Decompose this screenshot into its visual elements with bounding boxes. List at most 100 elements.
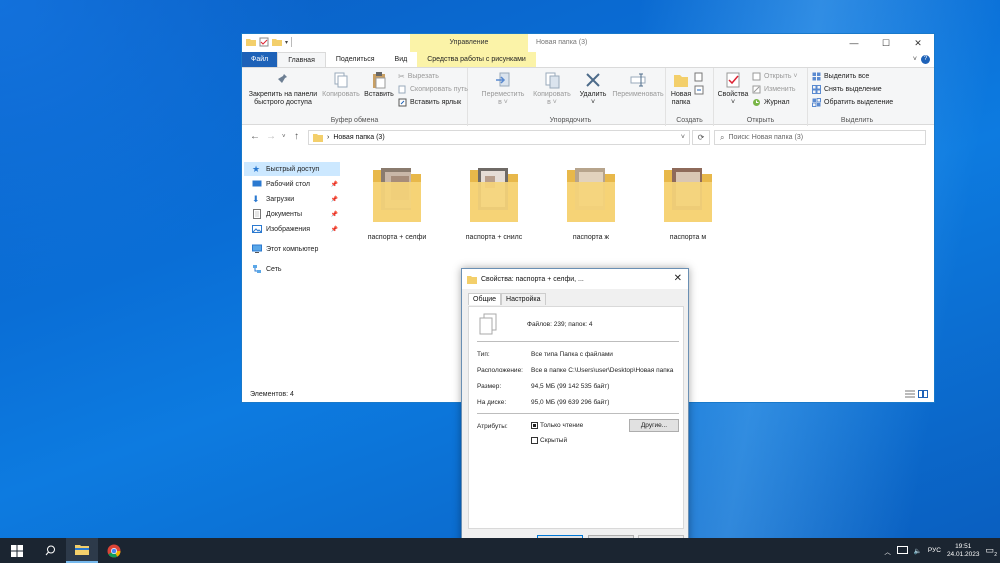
nav-item-this-pc[interactable]: Этот компьютер <box>252 242 340 256</box>
network-status-icon[interactable] <box>896 546 908 555</box>
history-button[interactable]: Журнал <box>752 98 790 107</box>
folder-item[interactable]: паспорта + снилс <box>449 162 539 241</box>
open-button[interactable]: Открыть ˅ <box>752 72 798 81</box>
volume-icon[interactable]: 🔈 <box>914 547 922 555</box>
copy-to-button[interactable]: Копировать в ˅ <box>530 71 574 107</box>
tab-general[interactable]: Общие <box>468 293 502 305</box>
select-none-button[interactable]: Снять выделение <box>812 85 882 94</box>
tab-home[interactable]: Главная <box>277 52 326 67</box>
qat-separator <box>291 37 293 47</box>
organize-group-label: Упорядочить <box>549 117 592 124</box>
paste-button[interactable]: Вставить <box>362 71 396 99</box>
copy-path-button[interactable]: Скопировать путь <box>398 85 468 94</box>
forward-arrow-icon[interactable]: → <box>266 131 276 142</box>
system-tray: ︿ 🔈 РУС 19:51 24.01.2023 ▭ 2 <box>884 538 1000 563</box>
ribbon-tabs: Файл Главная Поделиться Вид Средства раб… <box>242 52 934 67</box>
cut-button[interactable]: ✂ Вырезать <box>398 72 439 81</box>
clipboard-group-label: Буфер обмена <box>330 117 379 124</box>
new-folder-icon[interactable] <box>272 37 282 47</box>
language-indicator[interactable]: РУС <box>928 547 941 554</box>
tab-picture-tools[interactable]: Средства работы с рисунками <box>417 52 536 67</box>
delete-button[interactable]: Удалить ˅ <box>576 71 610 107</box>
help-icon[interactable]: ? <box>921 55 930 64</box>
select-all-button[interactable]: Выделить все <box>812 72 869 81</box>
start-button[interactable] <box>0 538 34 563</box>
search-button[interactable] <box>34 538 66 563</box>
nav-item-quick-access[interactable]: ★ Быстрый доступ <box>244 162 340 176</box>
advanced-button[interactable]: Другие... <box>629 419 679 432</box>
tab-file[interactable]: Файл <box>242 52 278 67</box>
address-field[interactable]: › Новая папка (3) ˅ <box>308 130 690 145</box>
file-explorer-icon <box>75 545 89 555</box>
clock-time: 19:51 <box>955 542 972 550</box>
files-summary: Файлов: 239; папок: 4 <box>527 321 593 328</box>
nav-item-documents[interactable]: Документы 📌 <box>252 207 340 221</box>
properties-button[interactable]: Свойства ˅ <box>716 71 750 107</box>
notifications-icon[interactable]: ▭ 2 <box>985 545 997 558</box>
copy-button[interactable]: Копировать <box>320 71 362 99</box>
tab-share[interactable]: Поделиться <box>326 52 385 67</box>
folder-item[interactable]: паспорта м <box>643 162 733 241</box>
up-arrow-icon[interactable]: ↑ <box>294 131 299 142</box>
ribbon-expand-icon[interactable]: ˅ <box>913 56 917 63</box>
pin-icon[interactable]: 📌 <box>331 226 340 233</box>
document-icon <box>253 209 261 219</box>
nav-item-network[interactable]: Сеть <box>252 262 340 276</box>
nav-item-desktop[interactable]: Рабочий стол 📌 <box>252 177 340 191</box>
search-input[interactable]: ⌕ Поиск: Новая папка (3) <box>714 130 926 145</box>
copy-to-icon <box>545 72 560 89</box>
large-icons-view-icon[interactable] <box>918 390 928 398</box>
hidden-checkbox[interactable]: Скрытый <box>531 437 567 444</box>
tab-view[interactable]: Вид <box>385 52 418 67</box>
folder-item[interactable]: паспорта + селфи <box>352 162 442 241</box>
new-item-icon[interactable] <box>694 72 704 82</box>
pin-icon[interactable]: 📌 <box>331 211 340 218</box>
folder-item[interactable]: паспорта ж <box>546 162 636 241</box>
properties-check-icon[interactable] <box>259 37 269 47</box>
show-hidden-icons-icon[interactable]: ︿ <box>884 546 891 556</box>
scissors-icon: ✂ <box>398 72 405 81</box>
taskbar-explorer[interactable] <box>66 538 98 563</box>
checkbox-icon <box>531 437 538 444</box>
address-dropdown-icon[interactable]: ˅ <box>681 134 689 141</box>
taskbar-chrome[interactable] <box>98 538 130 563</box>
edit-button[interactable]: Изменить <box>752 85 796 94</box>
details-view-icon[interactable] <box>905 390 915 398</box>
folder-thumbnail-icon <box>470 168 518 222</box>
recent-locations-icon[interactable]: ˅ <box>282 134 286 140</box>
clock-date: 24.01.2023 <box>946 550 980 558</box>
address-bar-row: ← → ˅ ↑ › Новая папка (3) ˅ ⟳ ⌕ Поиск: Н… <box>242 126 934 148</box>
nav-item-downloads[interactable]: ⬇ Загрузки 📌 <box>252 192 340 206</box>
contextual-tab-header: Управление <box>410 34 528 52</box>
pin-quick-access-button[interactable]: Закрепить на панели быстрого доступа <box>246 71 320 107</box>
paste-icon <box>373 72 386 89</box>
properties-dialog: Свойства: паспорта + селфи, ... ✕ Общие … <box>461 268 689 551</box>
computer-icon <box>252 244 262 253</box>
folder-thumbnail-icon <box>373 168 421 222</box>
maximize-button[interactable]: ☐ <box>870 34 902 52</box>
pin-icon[interactable]: 📌 <box>331 181 340 188</box>
move-to-button[interactable]: Переместить в ˅ <box>478 71 528 107</box>
qat-dropdown-icon[interactable]: ▾ <box>285 39 288 46</box>
select-all-icon <box>812 72 821 81</box>
refresh-button[interactable]: ⟳ <box>692 130 710 145</box>
close-button[interactable]: ✕ <box>902 34 934 52</box>
checkbox-indeterminate-icon <box>531 422 538 429</box>
tab-customize[interactable]: Настройка <box>501 293 546 305</box>
new-folder-button[interactable]: Новая папка <box>668 71 694 107</box>
minimize-button[interactable]: — <box>838 34 870 52</box>
easy-access-icon[interactable] <box>694 85 704 95</box>
readonly-checkbox[interactable]: Только чтение <box>531 422 583 429</box>
download-arrow-icon: ⬇ <box>252 194 260 204</box>
pin-icon[interactable]: 📌 <box>331 196 340 203</box>
rename-button[interactable]: Переименовать <box>610 71 666 99</box>
paste-shortcut-button[interactable]: Вставить ярлык <box>398 98 461 107</box>
invert-selection-button[interactable]: Обратить выделение <box>812 98 893 107</box>
dialog-close-icon[interactable]: ✕ <box>674 273 682 284</box>
folder-icon[interactable] <box>246 37 256 47</box>
back-arrow-icon[interactable]: ← <box>250 131 260 142</box>
nav-item-pictures[interactable]: Изображения 📌 <box>252 222 340 236</box>
breadcrumb[interactable]: Новая папка (3) <box>333 134 384 141</box>
clock[interactable]: 19:51 24.01.2023 <box>947 543 980 559</box>
folder-thumbnail-icon <box>664 168 712 222</box>
